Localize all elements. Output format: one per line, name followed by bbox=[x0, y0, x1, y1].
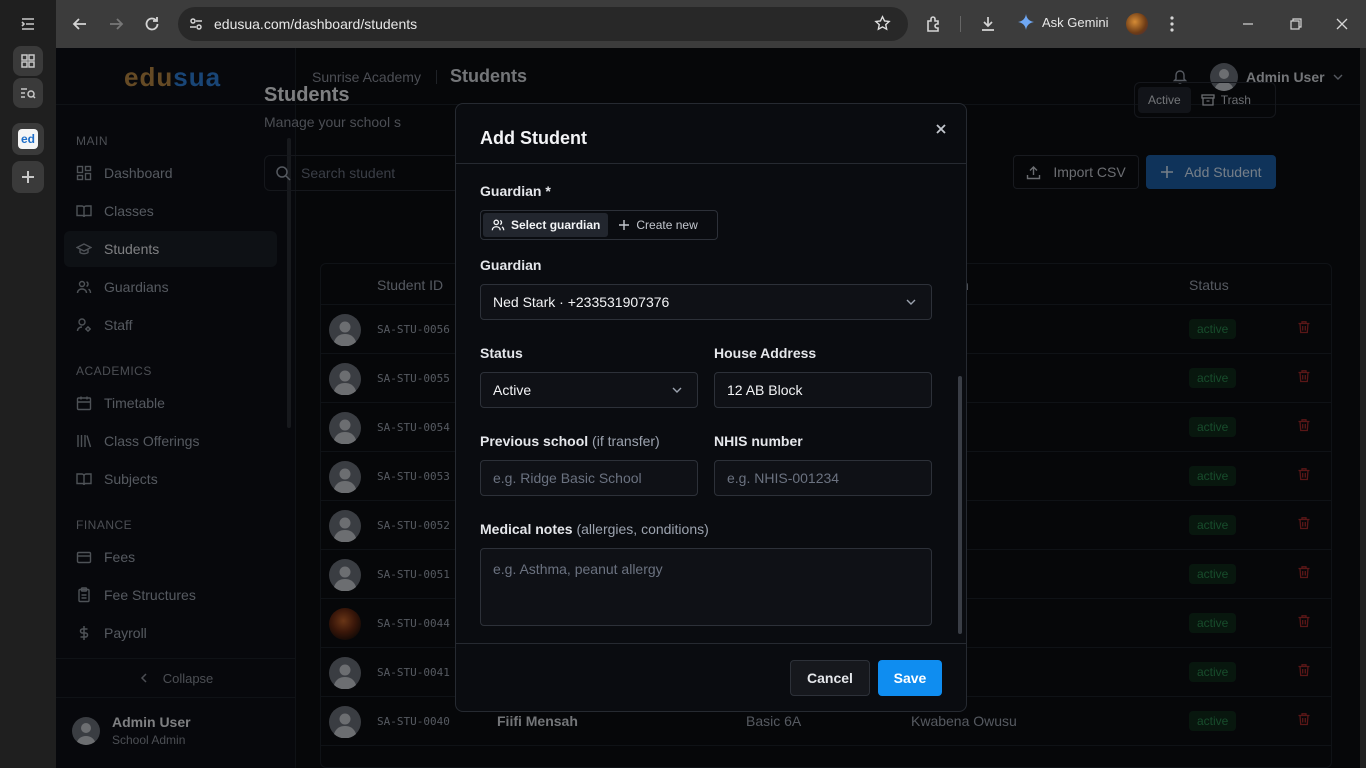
previous-school-label: Previous school (if transfer) bbox=[480, 433, 660, 449]
gemini-icon bbox=[1018, 14, 1034, 30]
download-icon[interactable] bbox=[976, 12, 1000, 36]
select-guardian-tab[interactable]: Select guardian bbox=[483, 213, 609, 237]
browser-vertical-tabs: ed bbox=[0, 0, 56, 768]
dialog-title: Add Student bbox=[480, 128, 587, 148]
collapse-tabs-icon[interactable] bbox=[12, 8, 44, 40]
previous-school-placeholder: e.g. Ridge Basic School bbox=[493, 470, 642, 486]
window-minimize-icon[interactable] bbox=[1236, 12, 1260, 36]
browser-menu-icon[interactable] bbox=[1160, 12, 1184, 36]
medical-notes-textarea[interactable]: e.g. Asthma, peanut allergy bbox=[480, 548, 932, 626]
chevron-down-icon bbox=[906, 299, 916, 305]
medical-notes-hint: (allergies, conditions) bbox=[572, 521, 709, 537]
save-button[interactable]: Save bbox=[878, 660, 942, 696]
bookmark-star-icon[interactable] bbox=[874, 15, 891, 32]
nhis-placeholder: e.g. NHIS-001234 bbox=[727, 470, 840, 486]
chevron-down-icon bbox=[672, 387, 682, 393]
tab-groups-icon[interactable] bbox=[13, 46, 43, 76]
url-text: edusua.com/dashboard/students bbox=[214, 16, 418, 32]
plus-icon bbox=[619, 220, 630, 230]
status-label: Status bbox=[480, 345, 523, 361]
previous-school-label-text: Previous school bbox=[480, 433, 589, 449]
nhis-input[interactable]: e.g. NHIS-001234 bbox=[714, 460, 932, 496]
guardian-label: Guardian bbox=[480, 257, 542, 273]
toolbar-divider bbox=[960, 16, 961, 32]
window-close-icon[interactable] bbox=[1330, 12, 1354, 36]
create-new-label: Create new bbox=[636, 218, 698, 232]
guardian-mode-toggle: Select guardian Create new bbox=[480, 210, 718, 240]
browser-profile-avatar[interactable] bbox=[1126, 13, 1148, 35]
dialog-scrollbar[interactable] bbox=[958, 376, 962, 634]
guardian-select-value: Ned Stark · +233531907376 bbox=[493, 294, 670, 310]
previous-school-input[interactable]: e.g. Ridge Basic School bbox=[480, 460, 698, 496]
status-select-value: Active bbox=[493, 382, 532, 398]
medical-notes-placeholder: e.g. Asthma, peanut allergy bbox=[493, 561, 663, 577]
reload-icon[interactable] bbox=[140, 12, 164, 36]
users-icon bbox=[491, 219, 505, 231]
tab-search-icon[interactable] bbox=[13, 78, 43, 108]
create-new-tab[interactable]: Create new bbox=[612, 213, 703, 237]
cancel-button[interactable]: Cancel bbox=[790, 660, 870, 696]
forward-icon[interactable] bbox=[104, 12, 128, 36]
house-address-input[interactable]: 12 AB Block bbox=[714, 372, 932, 408]
guardian-select[interactable]: Ned Stark · +233531907376 bbox=[480, 284, 932, 320]
site-settings-icon[interactable] bbox=[188, 16, 204, 32]
window-restore-icon[interactable] bbox=[1284, 12, 1308, 36]
nhis-label: NHIS number bbox=[714, 433, 803, 449]
previous-school-hint: (if transfer) bbox=[588, 433, 660, 449]
browser-toolbar: edusua.com/dashboard/students Ask Gemini bbox=[56, 0, 1366, 48]
house-address-value: 12 AB Block bbox=[727, 382, 803, 398]
house-address-label: House Address bbox=[714, 345, 817, 361]
medical-notes-label-text: Medical notes bbox=[480, 521, 573, 537]
medical-notes-label: Medical notes (allergies, conditions) bbox=[480, 521, 709, 537]
new-tab-button[interactable] bbox=[12, 161, 44, 193]
divider bbox=[456, 163, 966, 164]
divider bbox=[456, 643, 966, 644]
status-select[interactable]: Active bbox=[480, 372, 698, 408]
select-guardian-label: Select guardian bbox=[511, 218, 601, 232]
extensions-icon[interactable] bbox=[922, 12, 946, 36]
ask-gemini-button[interactable]: Ask Gemini bbox=[1018, 14, 1108, 30]
edusua-favicon: ed bbox=[18, 129, 38, 149]
back-icon[interactable] bbox=[68, 12, 92, 36]
address-bar[interactable]: edusua.com/dashboard/students bbox=[178, 7, 908, 41]
ask-gemini-label: Ask Gemini bbox=[1042, 14, 1109, 30]
add-student-dialog: Add Student Guardian * Select guardian C… bbox=[455, 103, 967, 712]
guardian-required-label: Guardian * bbox=[480, 183, 551, 199]
edusua-tab[interactable]: ed bbox=[12, 123, 44, 155]
close-icon[interactable] bbox=[934, 122, 948, 136]
